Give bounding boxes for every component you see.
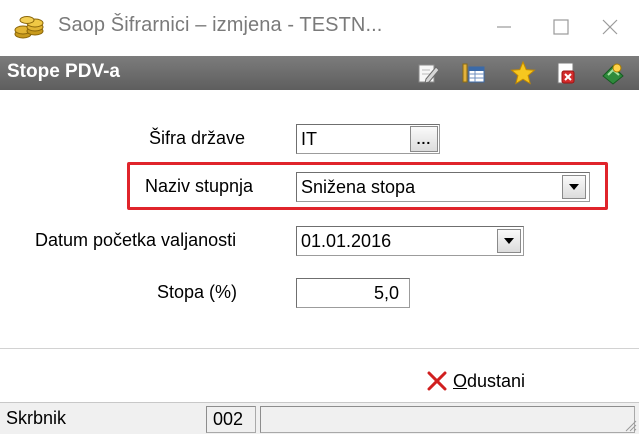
- naziv-stupnja-select[interactable]: Snižena stopa: [296, 172, 590, 202]
- page-title: Stope PDV-a: [7, 61, 120, 82]
- window-titlebar: Saop Šifrarnici – izmjena - TESTN...: [0, 0, 639, 56]
- window-title: Saop Šifrarnici – izmjena - TESTN...: [58, 14, 383, 36]
- label-sifra-drzave: Šifra države: [149, 128, 246, 148]
- status-code: 002: [206, 406, 256, 433]
- close-button[interactable]: [590, 10, 630, 44]
- status-bar: Skrbnik 002: [0, 402, 639, 434]
- label-datum-pocetka: Datum početka valjanosti: [35, 230, 237, 250]
- edit-pencil-icon[interactable]: [415, 60, 441, 86]
- sifra-drzave-value: IT: [301, 129, 317, 149]
- chevron-down-icon: [504, 238, 514, 244]
- label-naziv-stupnja: Naziv stupnja: [145, 176, 254, 196]
- cancel-button[interactable]: Odustani: [426, 367, 525, 395]
- maximize-button[interactable]: [541, 10, 581, 44]
- cancel-label: Odustani: [453, 370, 526, 391]
- minimize-button[interactable]: [484, 10, 524, 44]
- minimize-icon: [497, 26, 511, 28]
- chevron-down-icon: [569, 184, 579, 190]
- coins-stack-icon: [14, 16, 44, 39]
- maximize-icon: [553, 19, 569, 35]
- resize-grip-icon[interactable]: [623, 418, 637, 432]
- stopa-input[interactable]: 5,0: [296, 278, 410, 308]
- table-view-icon[interactable]: [460, 60, 486, 86]
- datum-pocetka-dropdown-button[interactable]: [497, 229, 521, 253]
- stopa-value: 5,0: [373, 283, 399, 303]
- datum-pocetka-input[interactable]: 01.01.2016: [296, 226, 524, 256]
- naziv-stupnja-value: Snižena stopa: [301, 177, 416, 197]
- close-icon: [602, 19, 618, 35]
- delete-document-icon[interactable]: [553, 60, 579, 86]
- datum-pocetka-value: 01.01.2016: [301, 231, 392, 251]
- label-stopa: Stopa (%): [157, 282, 238, 302]
- separator: [0, 348, 639, 349]
- form-header: Stope PDV-a: [0, 56, 639, 90]
- naziv-stupnja-dropdown-button[interactable]: [562, 175, 586, 199]
- favorite-star-icon[interactable]: [510, 60, 536, 86]
- status-message: [260, 406, 635, 433]
- status-user: Skrbnik: [6, 408, 67, 428]
- sifra-drzave-lookup-button[interactable]: ...: [410, 126, 438, 152]
- cancel-x-icon: [427, 371, 447, 391]
- ellipsis-label: ...: [416, 131, 432, 147]
- exit-icon[interactable]: [600, 60, 626, 86]
